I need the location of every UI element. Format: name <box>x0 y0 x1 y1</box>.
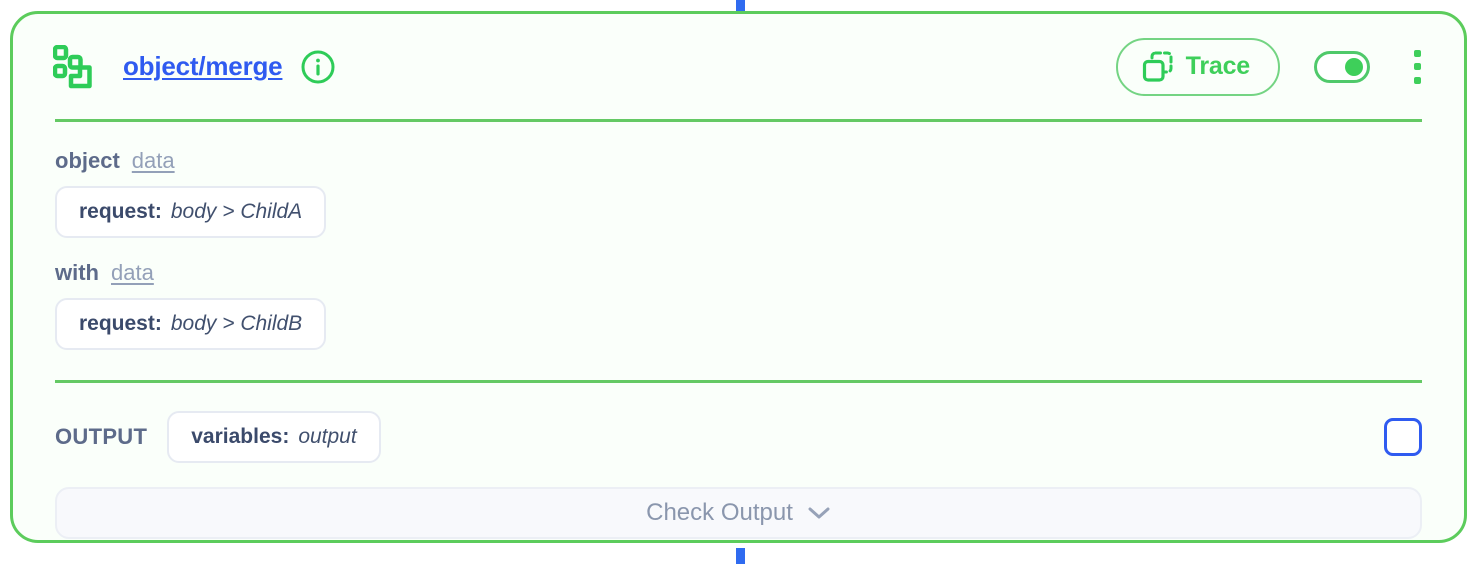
param-ref-link-with[interactable]: data <box>111 260 154 286</box>
param-value-chip-object[interactable]: request: body > ChildA <box>55 186 327 238</box>
toggle-knob <box>1345 57 1363 76</box>
chevron-down-icon <box>808 507 830 519</box>
chip-value: body > ChildB <box>170 312 303 335</box>
copy-trace-icon <box>1142 51 1173 82</box>
info-circle-icon[interactable] <box>300 49 336 85</box>
output-value-chip[interactable]: variables: output <box>167 411 381 463</box>
kebab-dot-3 <box>1413 76 1421 84</box>
node-card-object-merge[interactable]: object/merge Trace object data request: … <box>10 11 1467 543</box>
param-row-label-object: object data <box>55 148 1422 174</box>
param-label-with: with <box>55 260 99 285</box>
merge-nodes-icon <box>53 44 92 88</box>
check-output-label: Check Output <box>646 499 793 526</box>
kebab-menu-icon[interactable] <box>1402 49 1432 85</box>
param-value-chip-with[interactable]: request: body > ChildB <box>55 298 327 350</box>
kebab-dot-1 <box>1413 49 1421 57</box>
connector-line-bottom <box>736 548 745 564</box>
trace-button[interactable]: Trace <box>1115 37 1280 96</box>
param-row-label-with: with data <box>55 260 1422 286</box>
chip-key: request: <box>79 200 162 223</box>
output-label: OUTPUT <box>55 424 148 449</box>
node-enabled-toggle[interactable] <box>1314 50 1370 83</box>
chip-key: variables: <box>191 425 290 448</box>
param-ref-link-object[interactable]: data <box>132 148 175 174</box>
chip-value: body > ChildA <box>170 200 303 223</box>
node-title-link[interactable]: object/merge <box>123 51 283 82</box>
check-output-button[interactable]: Check Output <box>55 487 1422 539</box>
node-header: object/merge Trace <box>13 14 1464 119</box>
chip-value: output <box>298 425 357 448</box>
chip-key: request: <box>79 312 162 335</box>
trace-button-label: Trace <box>1185 52 1251 80</box>
output-checkbox[interactable] <box>1384 418 1422 456</box>
param-label-object: object <box>55 148 120 173</box>
output-row: OUTPUT variables: output <box>55 383 1422 463</box>
node-body: object data request: body > ChildA with … <box>13 122 1464 539</box>
kebab-dot-2 <box>1413 63 1421 70</box>
